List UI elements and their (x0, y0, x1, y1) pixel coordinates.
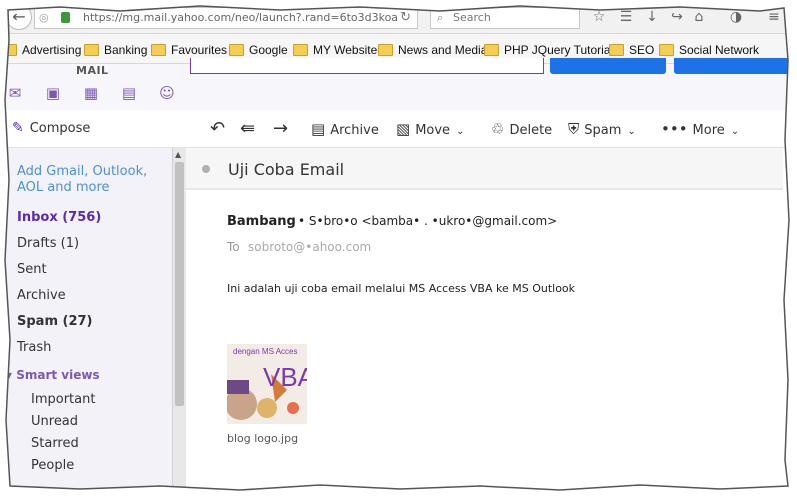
sender-name[interactable]: Bambang (227, 214, 296, 229)
folder-icon (293, 44, 308, 56)
chevron-down-icon: ⌄ (730, 126, 740, 137)
attachment-image: dengan MS Acces VBA (227, 344, 307, 424)
add-accounts-link[interactable]: Add Gmail, Outlook, AOL and more (17, 164, 167, 196)
browser-toolbar: ← ◎ https://mg.mail.yahoo.com/neo/launch… (0, 0, 797, 34)
delete-button[interactable]: ♲ Delete (491, 120, 552, 138)
url-field[interactable]: ◎ https://mg.mail.yahoo.com/neo/launch?.… (34, 7, 418, 29)
star-icon[interactable]: ☆ (590, 8, 608, 26)
chevron-down-icon: ⌄ (456, 126, 465, 137)
triangle-down-icon: ▾ (6, 368, 13, 382)
bookmark-php-jquery-tutorial[interactable]: PHP JQuery Tutorial (484, 41, 613, 59)
message-toolbar: ✎ Compose ↶ ⇚ → ▤ Archive ▧ Move ⌄ ♲ Delete ⛨… (0, 110, 797, 148)
trash-icon: ♲ (491, 120, 505, 138)
move-button[interactable]: ▧ Move ⌄ (396, 120, 464, 138)
bookmark-social-network[interactable]: Social Network (659, 41, 759, 59)
spam-button[interactable]: ⛨ Spam ⌄ (568, 120, 636, 138)
bookmark-google[interactable]: Google (229, 41, 288, 59)
back-button[interactable]: ← (6, 4, 32, 30)
chevron-down-icon: ⌄ (627, 126, 636, 137)
read-status-dot[interactable] (202, 165, 210, 173)
message-subject: Uji Coba Email (228, 160, 345, 179)
home-icon[interactable]: ⌂ (690, 8, 708, 26)
message-body: Ini adalah uji coba email melalui MS Acc… (227, 282, 576, 295)
folder-icon (151, 44, 166, 56)
attachment-thumbnail[interactable]: dengan MS Acces VBA (227, 344, 307, 424)
back-arrow-icon: ← (12, 7, 26, 26)
menu-icon[interactable]: ≡ (765, 8, 783, 26)
pencil-icon: ✎ (12, 120, 24, 136)
sender-address: • S•bro•o <bamba• . •ukro•@gmail.com> (298, 214, 558, 228)
move-icon: ▧ (396, 120, 411, 138)
attachment-name[interactable]: blog logo.jpg (227, 432, 298, 445)
scrollbar-thumb[interactable] (175, 162, 184, 406)
mail-search-input[interactable] (190, 58, 544, 74)
mail-icon[interactable]: ✉ (6, 84, 24, 102)
contacts-icon[interactable]: ▣ (44, 84, 62, 102)
smart-view-people[interactable]: People (31, 458, 74, 473)
browser-search-placeholder: Search (453, 11, 491, 24)
thumb-vba-text: VBA (263, 362, 307, 392)
folder-icon (609, 44, 624, 56)
message-pane: Uji Coba Email Bambang • S•bro•o <bamba•… (186, 148, 797, 498)
folder-trash[interactable]: Trash (17, 340, 51, 355)
bookmark-seo[interactable]: SEO (609, 41, 654, 59)
archive-button[interactable]: ▤ Archive (311, 120, 379, 138)
reload-icon[interactable]: ↻ (400, 8, 411, 28)
lock-icon (61, 12, 70, 23)
addon-icon[interactable]: ◑ (727, 8, 745, 26)
search-mail-button[interactable] (550, 58, 666, 74)
smart-views-toggle[interactable]: ▾ Smart views (6, 368, 100, 382)
folder-inbox[interactable]: Inbox (756) (17, 210, 101, 225)
url-text: https://mg.mail.yahoo.com/neo/launch?.ra… (83, 11, 399, 24)
forward-icon[interactable]: → (273, 118, 288, 139)
dots-icon: ••• (661, 120, 688, 138)
archive-icon: ▤ (311, 120, 326, 138)
browser-search-input[interactable]: ⌕ Search (430, 7, 580, 29)
mail-logo: MAIL (76, 64, 109, 77)
folder-icon (84, 44, 99, 56)
compose-button[interactable]: ✎ Compose (12, 120, 90, 136)
notepad-icon[interactable]: ▤ (120, 84, 138, 102)
folder-icon (659, 44, 674, 56)
folder-spam[interactable]: Spam (27) (17, 314, 93, 329)
more-button[interactable]: ••• More ⌄ (661, 120, 739, 138)
bookmark-banking[interactable]: Banking (84, 41, 147, 59)
reply-icon[interactable]: ↶ (210, 118, 225, 139)
folder-sidebar: Add Gmail, Outlook, AOL and more Inbox (… (0, 148, 172, 498)
mail-header: MAIL ✉ ▣ ▦ ▤ ☺ (0, 58, 797, 110)
folder-icon (229, 44, 244, 56)
smart-view-important[interactable]: Important (31, 392, 95, 407)
bookmark-my-website[interactable]: MY Website (293, 41, 377, 59)
bookmark-news-and-media[interactable]: News and Media (378, 41, 487, 59)
smart-view-unread[interactable]: Unread (31, 414, 78, 429)
folder-icon (2, 44, 17, 56)
download-icon[interactable]: ↓ (643, 8, 661, 26)
search-web-button[interactable] (674, 58, 797, 74)
share-icon[interactable]: ↪ (668, 8, 686, 26)
folder-icon (378, 44, 393, 56)
scroll-up-icon[interactable]: ▲ (175, 150, 181, 159)
smart-view-starred[interactable]: Starred (31, 436, 79, 451)
subject-bar: Uji Coba Email (186, 148, 783, 190)
folder-sent[interactable]: Sent (17, 262, 47, 277)
reading-list-icon[interactable]: ☰ (617, 8, 635, 26)
bookmark-advertising[interactable]: Advertising (2, 41, 81, 59)
shield-icon: ⛨ (568, 120, 580, 138)
recipient-address: sobroto@•ahoo.com (248, 240, 372, 254)
reply-all-icon[interactable]: ⇚ (240, 118, 255, 139)
folder-archive[interactable]: Archive (17, 288, 66, 303)
screenshot-frame: ← ◎ https://mg.mail.yahoo.com/neo/launch… (0, 0, 797, 498)
search-icon: ⌕ (437, 11, 444, 24)
compose-label: Compose (29, 121, 91, 136)
folder-drafts[interactable]: Drafts (1) (17, 236, 79, 251)
to-label: To (227, 240, 240, 254)
thumb-caption: dengan MS Acces (233, 347, 297, 356)
sidebar-scrollbar[interactable]: ▲ (172, 148, 186, 498)
folder-icon (484, 44, 499, 56)
calendar-icon[interactable]: ▦ (82, 84, 100, 102)
bookmark-favourites[interactable]: Favourites (151, 41, 227, 59)
messenger-icon[interactable]: ☺ (158, 84, 176, 102)
globe-icon: ◎ (39, 11, 49, 24)
